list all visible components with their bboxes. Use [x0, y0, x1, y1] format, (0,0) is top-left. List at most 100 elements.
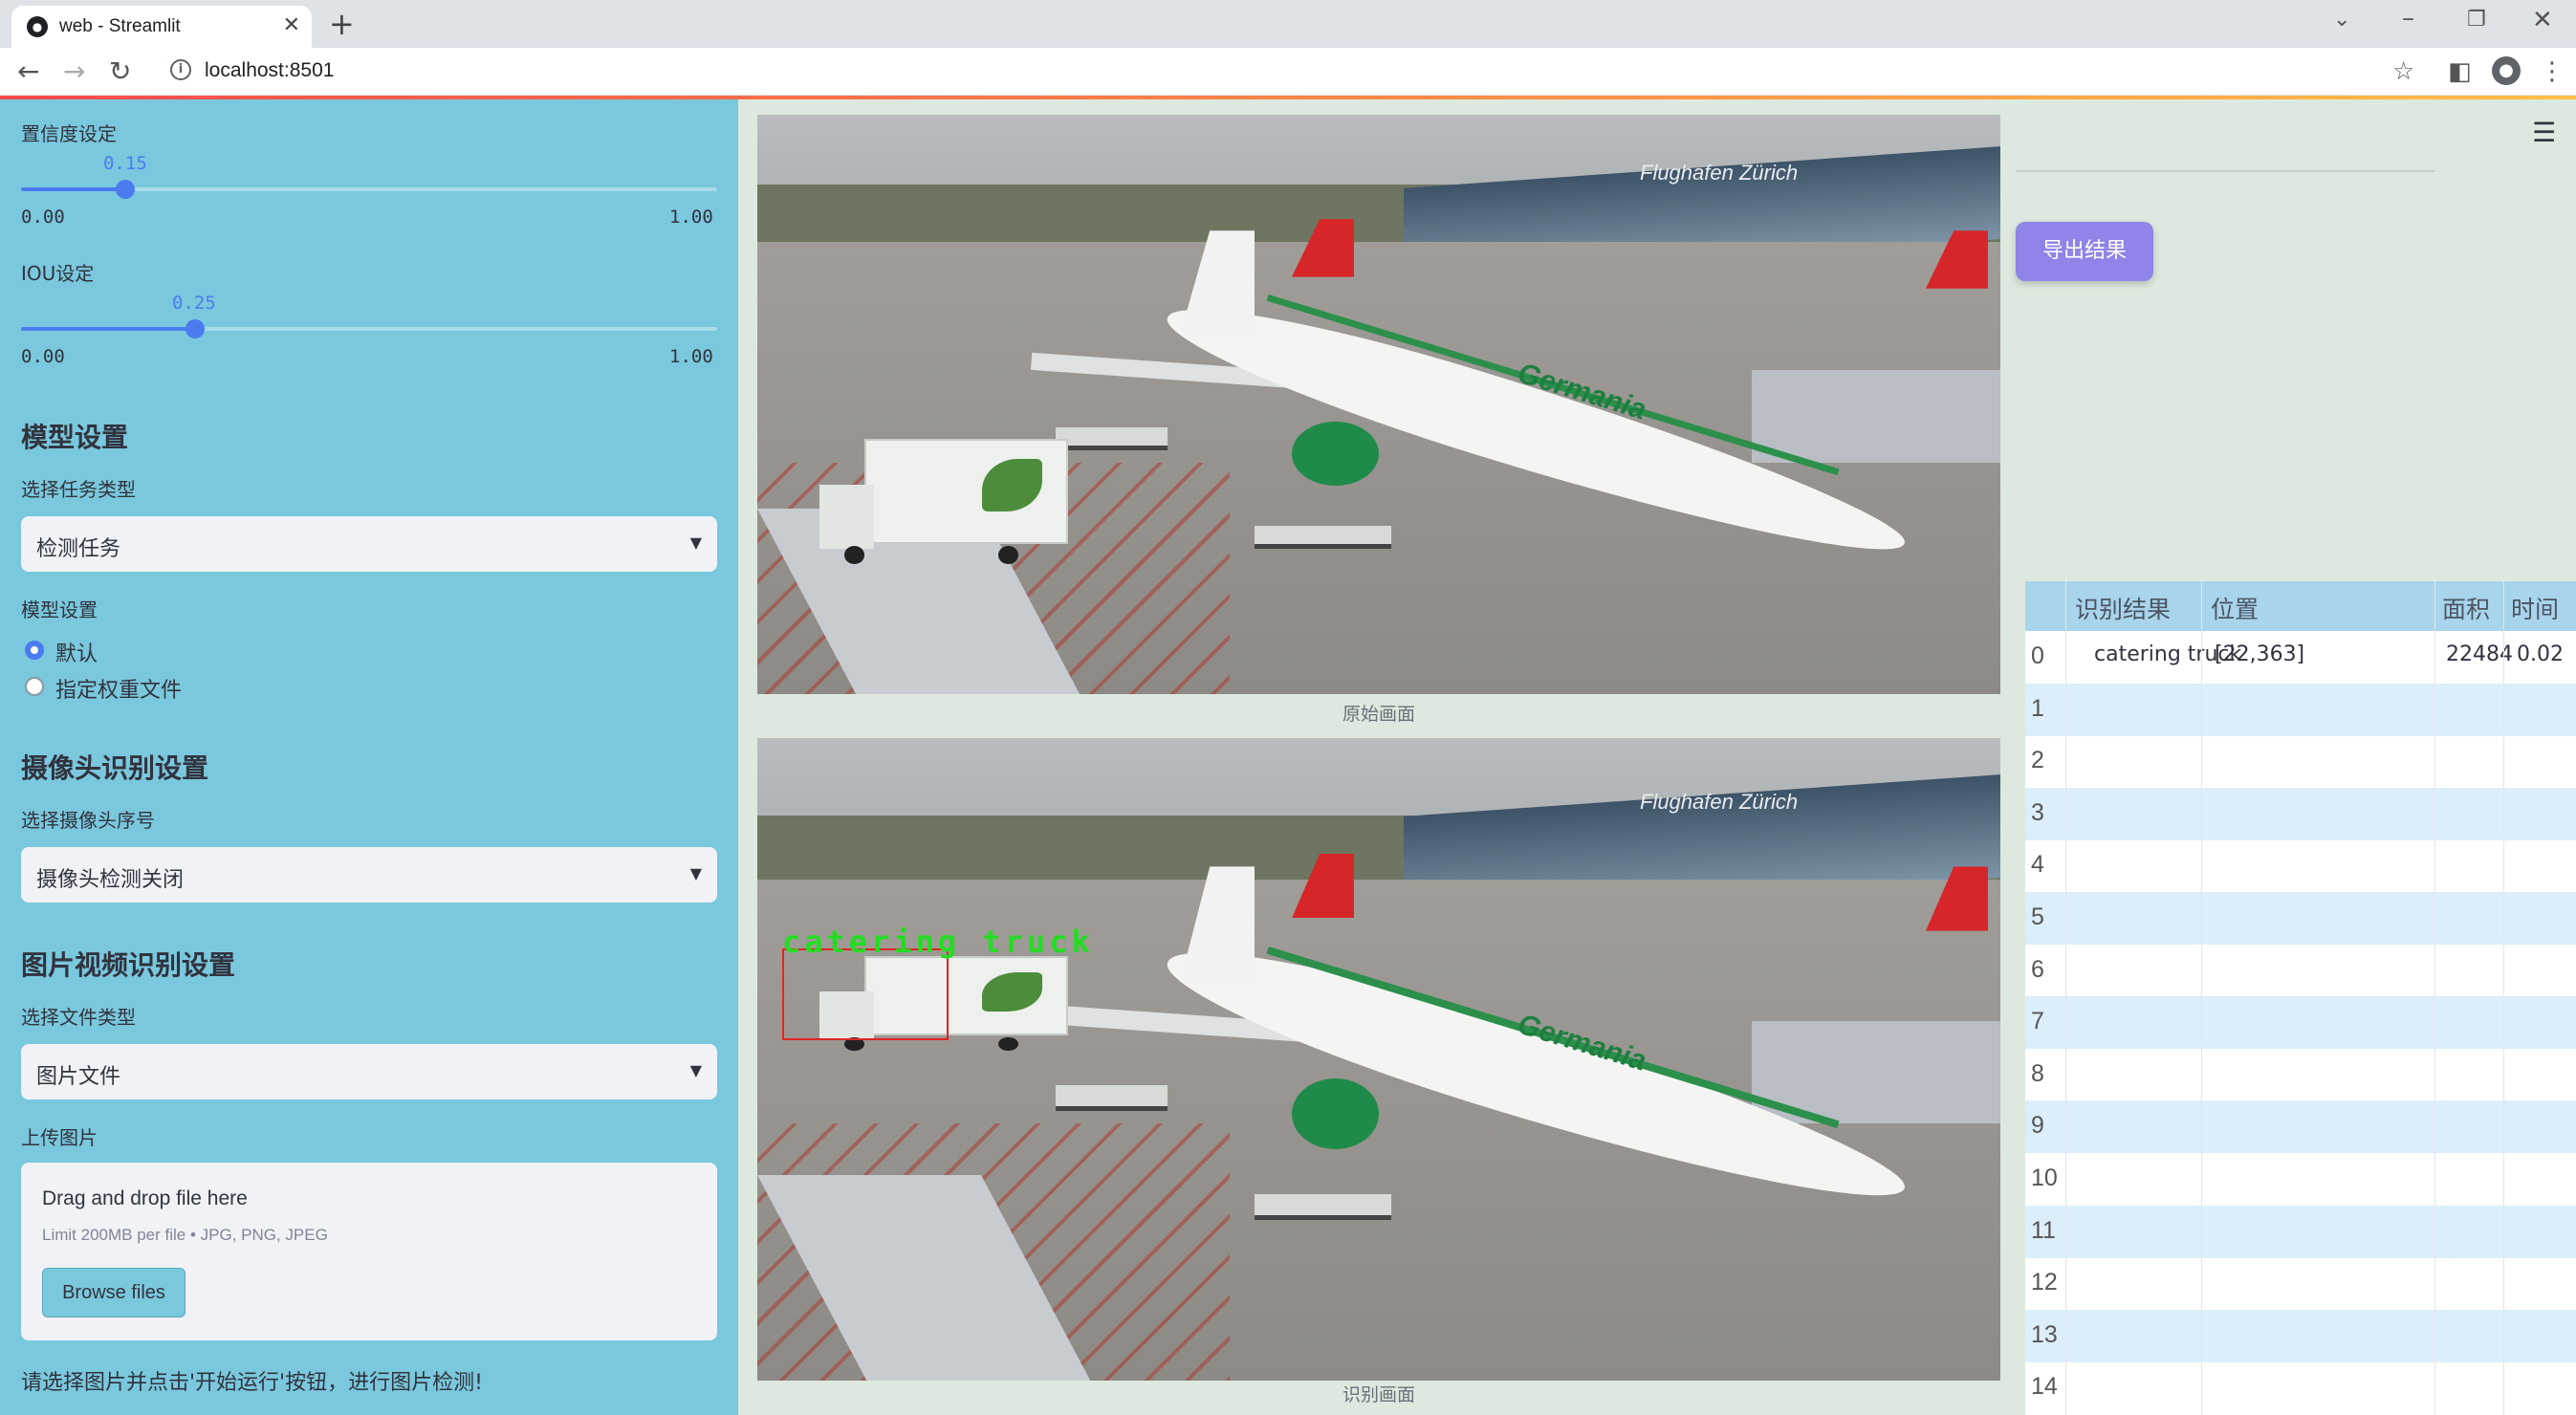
tab-close-icon[interactable]: ✕	[283, 13, 300, 37]
column-divider	[2201, 581, 2202, 1415]
streamlit-favicon-icon: ●	[27, 16, 48, 37]
table-row[interactable]: 1	[2025, 683, 2576, 736]
confidence-label: 置信度设定	[21, 122, 117, 145]
confidence-min: 0.00	[21, 207, 65, 228]
table-row[interactable]: 3	[2025, 787, 2576, 840]
row-index: 10	[2031, 1165, 2058, 1191]
reload-icon[interactable]: ↻	[109, 55, 131, 87]
bookmark-star-icon[interactable]: ☆	[2392, 57, 2414, 86]
model-settings-heading: 模型设置	[21, 422, 129, 453]
confidence-slider[interactable]	[21, 180, 717, 199]
detection-label: catering truck	[782, 924, 1094, 960]
divider	[2016, 170, 2434, 172]
table-row[interactable]: 10	[2025, 1153, 2576, 1206]
scene-terminal-text: Flughafen Zürich	[1640, 789, 1799, 814]
window-minimize-icon[interactable]: –	[2402, 4, 2414, 33]
row-index: 7	[2031, 1008, 2044, 1035]
table-row[interactable]: 9	[2025, 1100, 2576, 1154]
results-table[interactable]: 识别结果 位置 面积 时间 0 catering truck [22,363] 224…	[2025, 581, 2576, 1415]
confidence-slider-thumb[interactable]	[116, 180, 136, 199]
model-label: 模型设置	[21, 599, 98, 621]
back-arrow-icon[interactable]: ←	[17, 55, 39, 87]
camera-index-label: 选择摄像头序号	[21, 809, 155, 832]
browser-menu-icon[interactable]: ⋮	[2540, 57, 2565, 86]
chevron-down-icon: ▼	[689, 864, 702, 882]
export-results-button[interactable]: 导出结果	[2016, 222, 2153, 281]
radio-weight-file-label[interactable]: 指定权重文件	[55, 673, 182, 704]
row-index: 6	[2031, 955, 2044, 983]
column-divider	[2503, 581, 2504, 1415]
table-row[interactable]: 12	[2025, 1257, 2576, 1310]
tab-search-chevron-icon[interactable]: ⌄	[2333, 8, 2350, 32]
window-close-icon[interactable]: ✕	[2532, 6, 2553, 34]
radio-weight-file[interactable]	[25, 677, 44, 696]
table-row[interactable]: 14	[2025, 1361, 2576, 1414]
url-text[interactable]: localhost:8501	[205, 59, 334, 82]
confidence-max: 1.00	[669, 207, 713, 228]
table-row[interactable]: 4	[2025, 839, 2576, 892]
file-uploader-dropzone[interactable]: Drag and drop file here Limit 200MB per …	[21, 1163, 717, 1340]
camera-settings-heading: 摄像头识别设置	[21, 752, 209, 784]
file-type-select[interactable]: 图片文件 ▼	[21, 1044, 717, 1099]
cell-position: [22,363]	[2215, 642, 2305, 666]
detection-image-caption: 识别画面	[1342, 1384, 1415, 1405]
table-row[interactable]: 7	[2025, 996, 2576, 1050]
radio-default[interactable]	[25, 641, 44, 660]
iou-slider-thumb[interactable]	[186, 319, 205, 338]
header-position[interactable]: 位置	[2211, 591, 2259, 625]
table-row[interactable]: 0 catering truck [22,363] 22484 0.02	[2025, 631, 2576, 684]
site-info-icon[interactable]: i	[170, 59, 191, 80]
header-area[interactable]: 面积	[2442, 591, 2490, 625]
file-settings-heading: 图片视频识别设置	[21, 949, 236, 981]
file-type-label: 选择文件类型	[21, 1006, 136, 1029]
header-time[interactable]: 时间	[2511, 591, 2559, 625]
tab-title: web - Streamlit	[59, 16, 181, 36]
table-row[interactable]: 13	[2025, 1309, 2576, 1362]
header-result[interactable]: 识别结果	[2075, 591, 2171, 625]
file-type-value: 图片文件	[36, 1065, 121, 1089]
row-index: 11	[2031, 1216, 2056, 1244]
camera-select[interactable]: 摄像头检测关闭 ▼	[21, 847, 717, 903]
url-field[interactable]: i localhost:8501	[159, 54, 2425, 90]
forward-arrow-icon[interactable]: →	[63, 55, 85, 87]
row-index: 13	[2031, 1320, 2058, 1348]
task-type-select[interactable]: 检测任务 ▼	[21, 516, 717, 572]
uploader-title: Drag and drop file here	[42, 1187, 248, 1209]
table-row[interactable]: 6	[2025, 945, 2576, 997]
row-index: 5	[2031, 903, 2044, 930]
iou-value: 0.25	[172, 293, 216, 314]
original-image: Flughafen Zürich Germania	[757, 115, 2000, 694]
row-index: 12	[2031, 1269, 2058, 1296]
new-tab-icon[interactable]: +	[329, 6, 355, 42]
uploader-limit: Limit 200MB per file • JPG, PNG, JPEG	[42, 1226, 328, 1244]
sidebar: 置信度设定 0.15 0.00 1.00 IOU设定 0.25 0.00 1.0…	[0, 99, 738, 1415]
radio-default-label[interactable]: 默认	[55, 637, 98, 667]
hamburger-menu-icon[interactable]: ☰	[2532, 117, 2556, 148]
table-row[interactable]: 11	[2025, 1205, 2576, 1258]
iou-slider[interactable]	[21, 319, 717, 338]
detection-image: Flughafen Zürich Germania catering truck	[757, 738, 2000, 1381]
iou-slider-fill	[21, 327, 195, 331]
table-row[interactable]: 5	[2025, 892, 2576, 945]
browse-files-button[interactable]: Browse files	[42, 1268, 186, 1317]
hint-text: 请选择图片并点击'开始运行'按钮，进行图片检测!	[21, 1371, 483, 1395]
browser-tab-bar: ● web - Streamlit ✕ + ⌄ – ❐ ✕	[0, 0, 2576, 48]
side-panel-icon[interactable]: ◧	[2448, 57, 2472, 86]
row-index: 1	[2031, 694, 2044, 722]
upload-label: 上传图片	[21, 1126, 98, 1149]
profile-avatar-icon[interactable]: ●	[2492, 56, 2521, 85]
task-type-label: 选择任务类型	[21, 478, 136, 501]
column-divider	[2065, 581, 2066, 1415]
table-row[interactable]: 8	[2025, 1049, 2576, 1101]
iou-max: 1.00	[669, 346, 713, 367]
row-index: 3	[2031, 798, 2044, 826]
browser-tab[interactable]: ● web - Streamlit ✕	[11, 6, 312, 48]
window-restore-icon[interactable]: ❐	[2467, 8, 2486, 32]
chevron-down-icon: ▼	[689, 1061, 702, 1079]
row-index: 8	[2031, 1059, 2044, 1087]
original-image-caption: 原始画面	[1342, 704, 1415, 725]
column-divider	[2434, 581, 2435, 1415]
row-index: 4	[2031, 851, 2044, 879]
table-row[interactable]: 2	[2025, 735, 2576, 788]
camera-select-value: 摄像头检测关闭	[36, 868, 185, 892]
